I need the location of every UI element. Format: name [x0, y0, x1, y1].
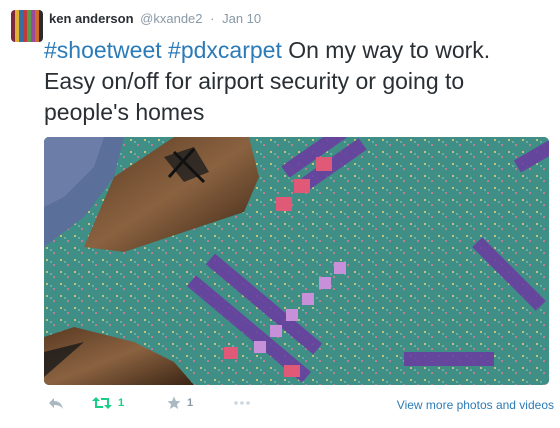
view-more-media-link[interactable]: View more photos and videos — [397, 398, 554, 412]
user-name[interactable]: ken anderson — [49, 11, 134, 26]
separator: · — [210, 11, 215, 26]
favorite-count: 1 — [187, 397, 194, 409]
retweet-button[interactable]: 1 — [92, 396, 124, 410]
tweet-header: ken anderson @kxande2 · Jan 10 — [49, 11, 261, 27]
tweet-date[interactable]: Jan 10 — [222, 11, 261, 26]
favorite-button[interactable]: 1 — [167, 396, 193, 410]
avatar-stripe — [39, 10, 43, 42]
hashtag-link[interactable]: #shoetweet — [44, 37, 162, 63]
more-dots-icon — [234, 401, 250, 405]
star-icon — [167, 396, 181, 409]
user-handle[interactable]: @kxande2 — [140, 11, 202, 26]
tweet-text: #shoetweet #pdxcarpet On my way to work.… — [44, 35, 544, 128]
more-button[interactable] — [234, 400, 250, 406]
carpet-shoe-photo — [44, 137, 549, 385]
tweet-photo[interactable] — [44, 137, 549, 385]
tweet-actions: 1 1 View more photos and videos — [44, 396, 554, 416]
reply-button[interactable] — [48, 396, 64, 410]
reply-icon — [49, 398, 63, 409]
retweet-count: 1 — [118, 397, 125, 409]
avatar[interactable] — [11, 10, 43, 42]
hashtag-link[interactable]: #pdxcarpet — [168, 37, 282, 63]
retweet-icon — [92, 397, 112, 409]
